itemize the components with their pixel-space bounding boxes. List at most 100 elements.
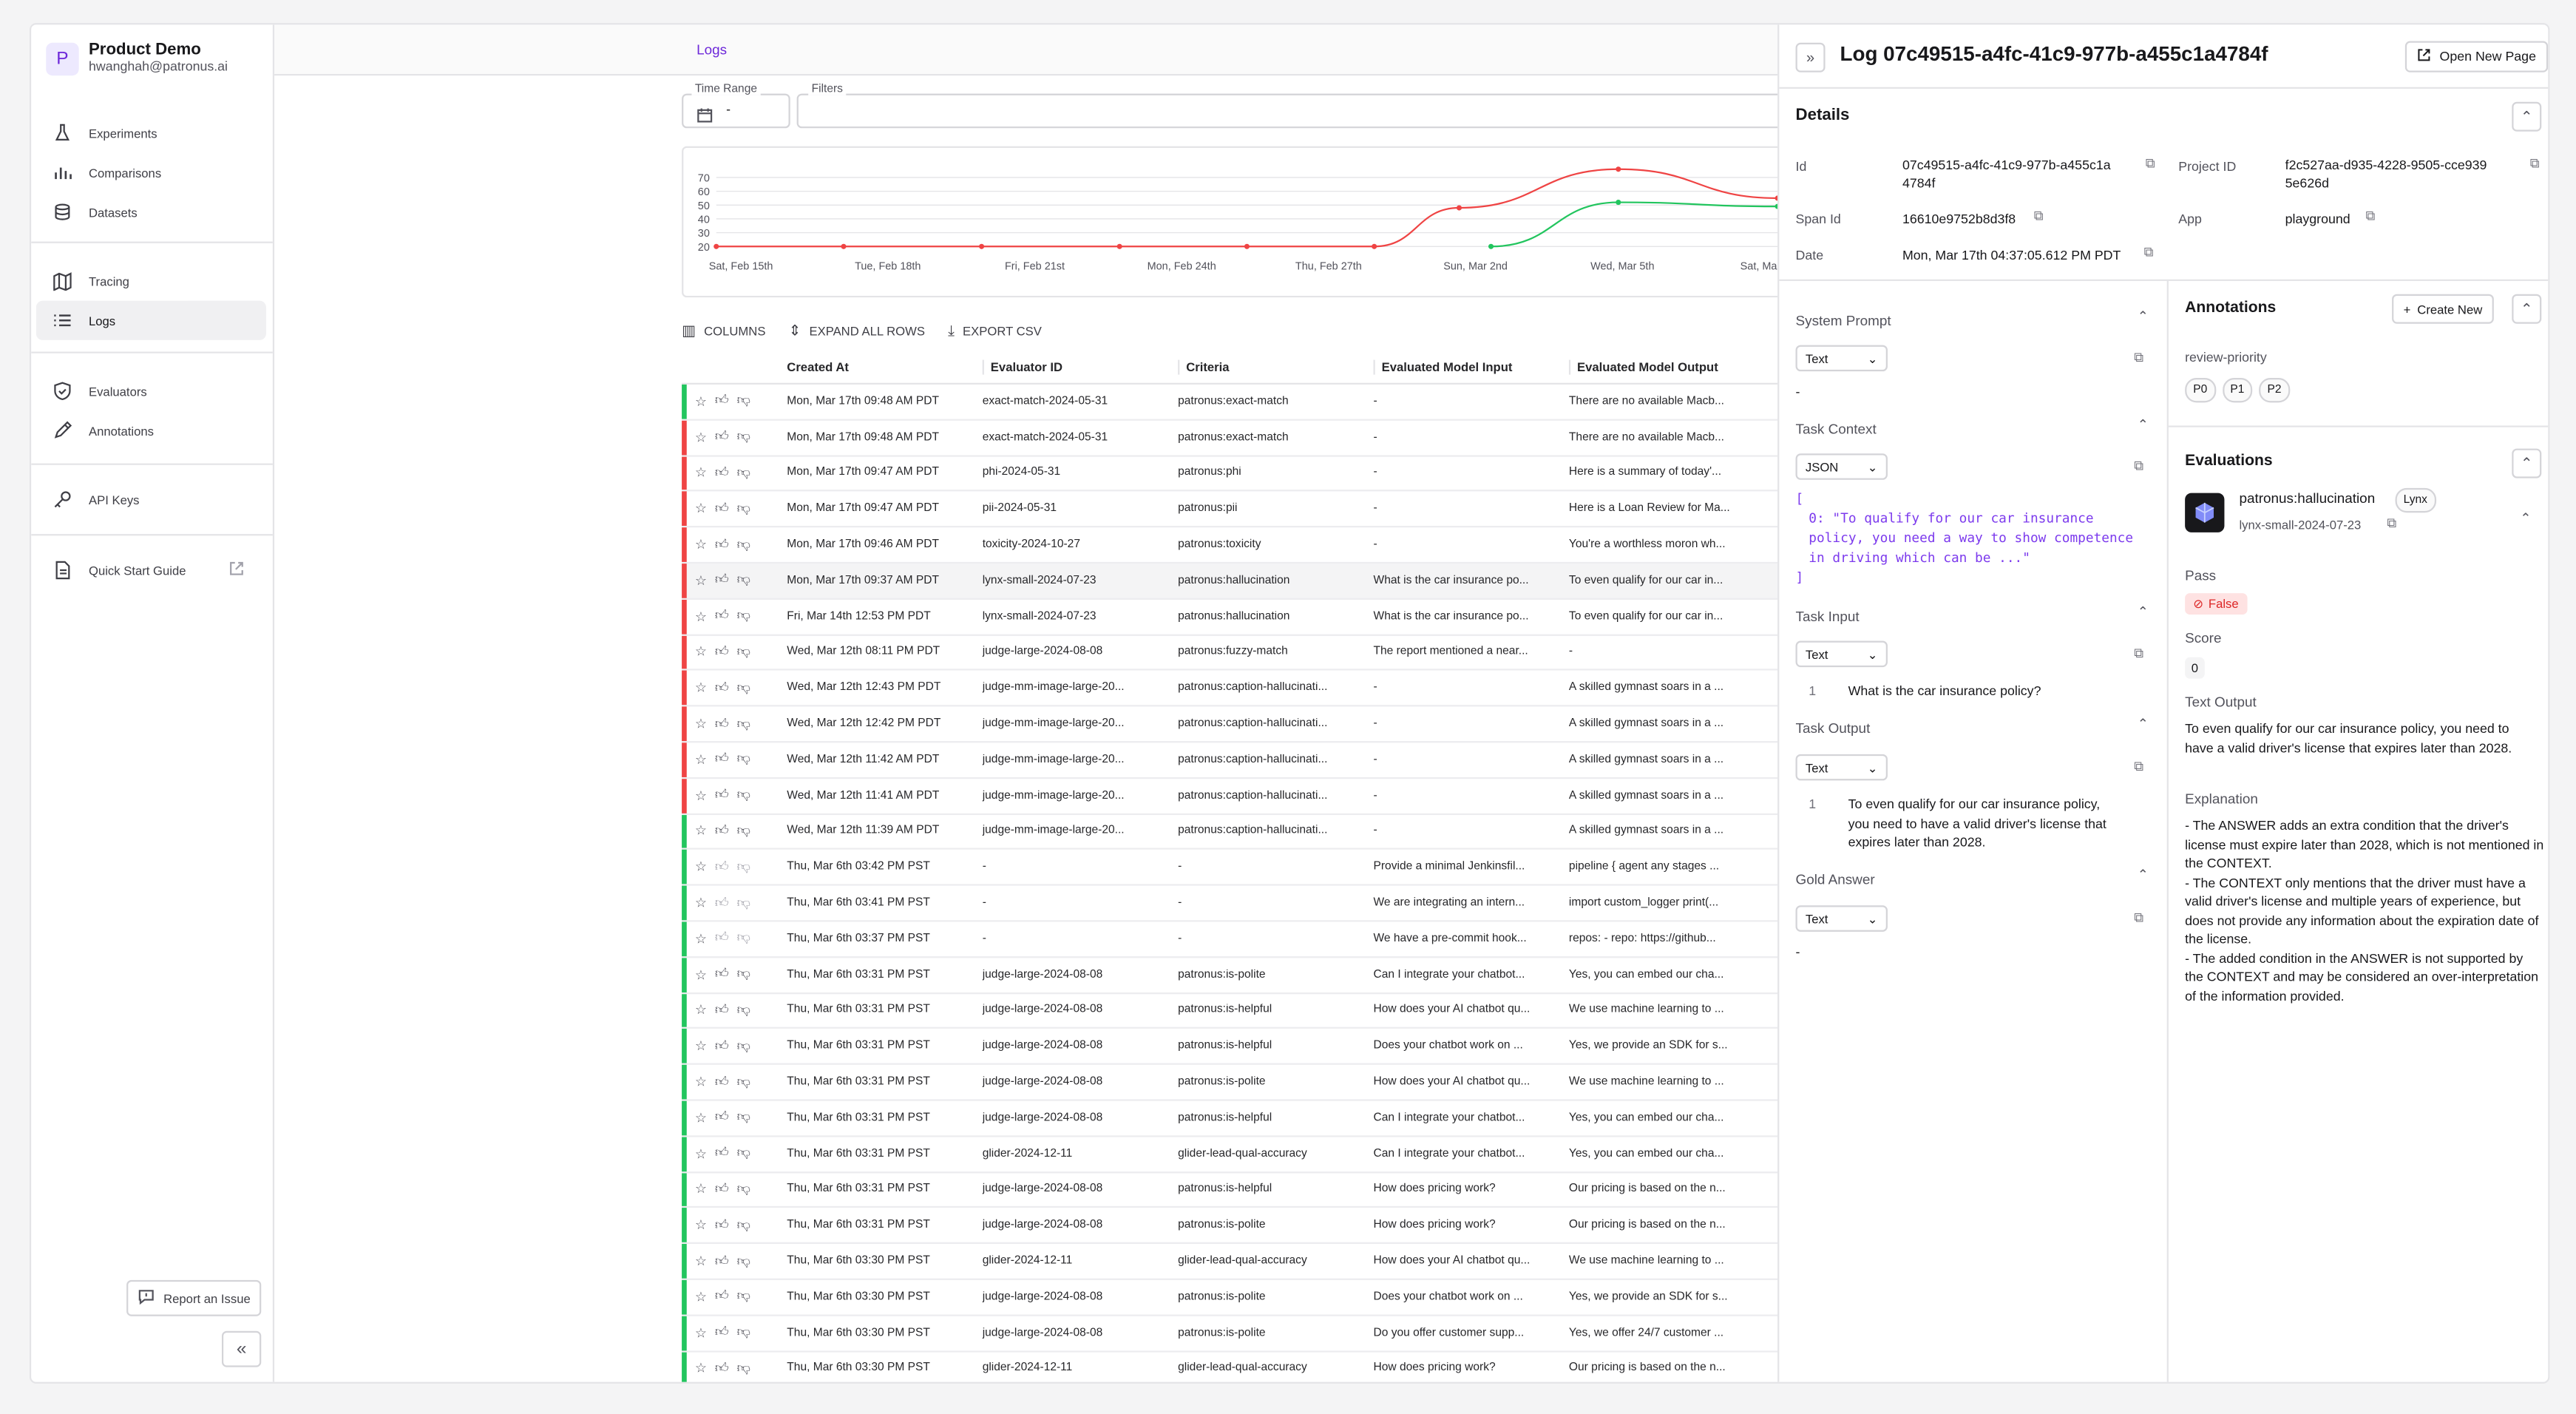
thumbs-down-icon[interactable]: 👎︎	[737, 895, 750, 911]
thumbs-down-icon[interactable]: 👎︎	[737, 501, 750, 517]
copy-icon[interactable]: ⧉	[2387, 516, 2396, 532]
thumbs-down-icon[interactable]: 👎︎	[737, 1253, 750, 1269]
table-row[interactable]: ☆ 👍︎ 👎︎ Wed, Mar 12th 11:41 AM PDT judge-mm-…	[682, 778, 1793, 815]
header-criteria[interactable]: Criteria	[1178, 359, 1373, 374]
sidebar-item-datasets[interactable]: Datasets	[36, 192, 266, 231]
thumbs-down-icon[interactable]: 👎︎	[737, 393, 750, 410]
thumbs-down-icon[interactable]: 👎︎	[737, 751, 750, 768]
thumbs-up-icon[interactable]: 👍︎	[715, 1289, 729, 1305]
time-range-picker[interactable]: -	[682, 93, 790, 129]
thumbs-up-icon[interactable]: 👍︎	[715, 1253, 729, 1269]
table-row[interactable]: ☆ 👍︎ 👎︎ Wed, Mar 12th 12:43 PM PDT judge-mm-…	[682, 671, 1793, 707]
sidebar-item-tracing[interactable]: Tracing	[36, 261, 266, 300]
data-point[interactable]	[979, 243, 985, 249]
header-created-at[interactable]: Created At	[787, 359, 982, 373]
data-point[interactable]	[841, 243, 847, 249]
table-row[interactable]: ☆ 👍︎ 👎︎ Fri, Mar 14th 12:53 PM PDT lynx-smal…	[682, 599, 1793, 635]
sidebar-item-quick-start-guide[interactable]: Quick Start Guide	[36, 550, 266, 589]
table-row[interactable]: ☆ 👍︎ 👎︎ Thu, Mar 6th 03:30 PM PST glider-202…	[682, 1351, 1792, 1382]
thumbs-down-icon[interactable]: 👎︎	[737, 1002, 750, 1018]
sidebar-item-comparisons[interactable]: Comparisons	[36, 153, 266, 192]
star-icon[interactable]: ☆	[695, 466, 707, 481]
copy-icon[interactable]: ⧉	[2134, 459, 2143, 475]
chevron-up-icon[interactable]: ⌃	[2138, 717, 2149, 731]
star-icon[interactable]: ☆	[695, 860, 707, 875]
copy-icon[interactable]: ⧉	[2530, 156, 2540, 172]
thumbs-down-icon[interactable]: 👎︎	[737, 859, 750, 875]
table-row[interactable]: ☆ 👍︎ 👎︎ Mon, Mar 17th 09:47 AM PDT phi-2024-…	[682, 456, 1793, 493]
thumbs-down-icon[interactable]: 👎︎	[737, 1038, 750, 1055]
thumbs-up-icon[interactable]: 👍︎	[715, 1038, 729, 1055]
star-icon[interactable]: ☆	[695, 824, 707, 839]
star-icon[interactable]: ☆	[695, 1039, 707, 1054]
table-row[interactable]: ☆ 👍︎ 👎︎ Wed, Mar 12th 11:42 AM PDT judge-mm-…	[682, 742, 1793, 779]
star-icon[interactable]: ☆	[695, 1075, 707, 1089]
collapse-annotations-button[interactable]: ⌃	[2512, 294, 2542, 324]
thumbs-down-icon[interactable]: 👎︎	[737, 1181, 750, 1197]
thumbs-down-icon[interactable]: 👎︎	[737, 608, 750, 624]
thumbs-down-icon[interactable]: 👎︎	[737, 716, 750, 732]
thumbs-up-icon[interactable]: 👍︎	[715, 1146, 729, 1162]
star-icon[interactable]: ☆	[695, 645, 707, 660]
workspace-switcher[interactable]: P Product Demo hwanghah@patronus.ai	[46, 41, 228, 76]
table-row[interactable]: ☆ 👍︎ 👎︎ Wed, Mar 12th 08:11 PM PDT judge-lar…	[682, 635, 1793, 672]
thumbs-down-icon[interactable]: 👎︎	[737, 1074, 750, 1090]
thumbs-down-icon[interactable]: 👎︎	[737, 429, 750, 445]
columns-button[interactable]: ▥ COLUMNS	[682, 321, 765, 339]
star-icon[interactable]: ☆	[695, 609, 707, 624]
star-icon[interactable]: ☆	[695, 1361, 707, 1376]
report-issue-button[interactable]: Report an Issue	[126, 1279, 262, 1316]
thumbs-up-icon[interactable]: 👍︎	[715, 1217, 729, 1234]
export-csv-button[interactable]: ⤓ EXPORT CSV	[948, 321, 1042, 339]
table-row[interactable]: ☆ 👍︎ 👎︎ Thu, Mar 6th 03:31 PM PST judge-larg…	[682, 1208, 1793, 1245]
gold-answer-format-select[interactable]: Text ⌄	[1795, 905, 1888, 932]
star-icon[interactable]: ☆	[695, 394, 707, 409]
header-model-input[interactable]: Evaluated Model Input	[1373, 359, 1569, 374]
thumbs-up-icon[interactable]: 👍︎	[715, 895, 729, 911]
data-point[interactable]	[714, 243, 719, 249]
star-icon[interactable]: ☆	[695, 430, 707, 444]
copy-icon[interactable]: ⧉	[2146, 156, 2155, 172]
thumbs-up-icon[interactable]: 👍︎	[715, 967, 729, 983]
table-row[interactable]: ☆ 👍︎ 👎︎ Thu, Mar 6th 03:31 PM PST judge-larg…	[682, 1172, 1793, 1208]
data-point[interactable]	[1372, 243, 1377, 249]
thumbs-up-icon[interactable]: 👍︎	[715, 429, 729, 445]
collapse-panel-button[interactable]: »	[1795, 42, 1826, 72]
thumbs-up-icon[interactable]: 👍︎	[715, 1361, 729, 1377]
data-point[interactable]	[1616, 166, 1621, 172]
data-point[interactable]	[1488, 243, 1494, 249]
star-icon[interactable]: ☆	[695, 1218, 707, 1233]
star-icon[interactable]: ☆	[695, 967, 707, 982]
thumbs-down-icon[interactable]: 👎︎	[737, 823, 750, 839]
thumbs-up-icon[interactable]: 👍︎	[715, 572, 729, 589]
thumbs-up-icon[interactable]: 👍︎	[715, 823, 729, 839]
star-icon[interactable]: ☆	[695, 931, 707, 946]
system-prompt-format-select[interactable]: Text ⌄	[1795, 345, 1888, 372]
table-row[interactable]: ☆ 👍︎ 👎︎ Thu, Mar 6th 03:31 PM PST glider-202…	[682, 1136, 1793, 1173]
thumbs-up-icon[interactable]: 👍︎	[715, 644, 729, 660]
thumbs-down-icon[interactable]: 👎︎	[737, 537, 750, 553]
copy-icon[interactable]: ⧉	[2134, 760, 2143, 776]
star-icon[interactable]: ☆	[695, 1003, 707, 1018]
thumbs-up-icon[interactable]: 👍︎	[715, 1002, 729, 1018]
task-output-format-select[interactable]: Text ⌄	[1795, 754, 1888, 781]
sidebar-item-experiments[interactable]: Experiments	[36, 113, 266, 152]
thumbs-up-icon[interactable]: 👍︎	[715, 716, 729, 732]
thumbs-up-icon[interactable]: 👍︎	[715, 1074, 729, 1090]
thumbs-down-icon[interactable]: 👎︎	[737, 1289, 750, 1305]
annotation-option-p1[interactable]: P1	[2222, 378, 2253, 403]
annotation-option-p2[interactable]: P2	[2259, 378, 2290, 403]
open-new-page-button[interactable]: Open New Page	[2404, 41, 2548, 72]
table-row[interactable]: ☆ 👍︎ 👎︎ Thu, Mar 6th 03:30 PM PST judge-larg…	[682, 1279, 1793, 1316]
table-row[interactable]: ☆ 👍︎ 👎︎ Mon, Mar 17th 09:37 AM PDT lynx-smal…	[682, 564, 1793, 600]
table-row[interactable]: ☆ 👍︎ 👎︎ Wed, Mar 12th 12:42 PM PDT judge-mm-…	[682, 706, 1793, 743]
thumbs-down-icon[interactable]: 👎︎	[737, 644, 750, 660]
table-row[interactable]: ☆ 👍︎ 👎︎ Mon, Mar 17th 09:47 AM PDT pii-2024-…	[682, 492, 1793, 528]
thumbs-down-icon[interactable]: 👎︎	[737, 1110, 750, 1126]
thumbs-down-icon[interactable]: 👎︎	[737, 930, 750, 947]
chevron-up-icon[interactable]: ⌃	[2138, 605, 2149, 620]
header-model-output[interactable]: Evaluated Model Output	[1568, 359, 1758, 374]
star-icon[interactable]: ☆	[695, 1290, 707, 1305]
thumbs-down-icon[interactable]: 👎︎	[737, 967, 750, 983]
table-row[interactable]: ☆ 👍︎ 👎︎ Thu, Mar 6th 03:30 PM PST glider-202…	[682, 1244, 1793, 1280]
